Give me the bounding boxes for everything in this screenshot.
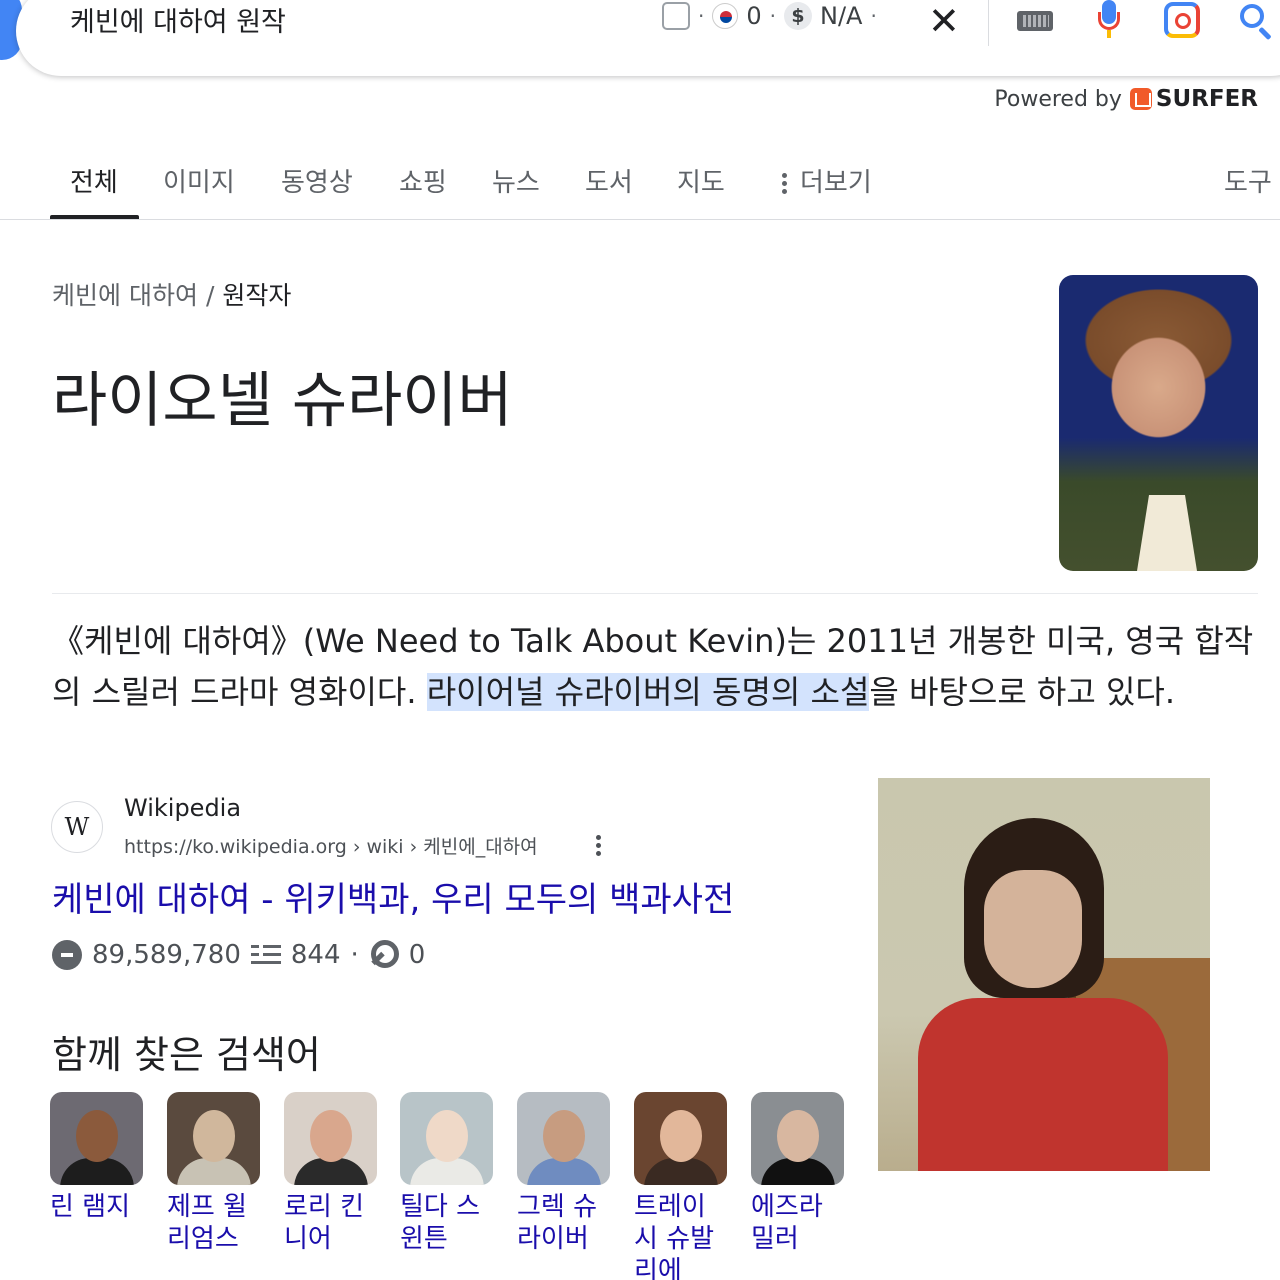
tab-more-label: 더보기 [800,168,872,198]
description-highlight: 라이어널 슈라이버의 동명의 소설 [426,673,870,711]
entity-title: 라이오넬 슈라이버 [52,366,513,436]
related-person[interactable]: 린 램지 [50,1092,145,1223]
person-name: 틸다 스윈튼 [400,1192,481,1254]
search-tabs: 전체 이미지 동영상 쇼핑 뉴스 도서 지도 더보기 도구 [0,140,1280,220]
search-icon[interactable] [1238,2,1274,41]
related-person[interactable]: 에즈라 밀러 [751,1092,846,1255]
seo-stats: 89,589,780 844 · 0 [52,940,425,970]
related-person[interactable]: 그렉 슈라이버 [517,1092,612,1255]
person-name: 트레이시 슈발리에 [634,1192,715,1280]
keywords-count: 0 [408,940,426,970]
tab-all[interactable]: 전체 [70,162,118,199]
wikipedia-favicon-icon[interactable]: W [51,801,103,853]
separator-dot: · [870,4,877,28]
search-divider [988,0,989,46]
breadcrumb: 케빈에 대하여 / 원작자 [52,276,291,312]
more-vert-icon [782,170,788,197]
tab-news[interactable]: 뉴스 [492,162,540,199]
cpc-value: N/A [820,2,863,30]
microphone-icon[interactable] [1098,0,1120,40]
also-searched-title: 함께 찾은 검색어 [52,1033,321,1077]
related-person[interactable]: 트레이시 슈발리에 [634,1092,729,1280]
powered-by-label: Powered by [994,86,1122,112]
search-input[interactable]: 케빈에 대하여 원작 [70,0,286,39]
movie-still-image[interactable] [878,778,1210,1171]
person-name: 그렉 슈라이버 [517,1192,598,1254]
person-thumbnail [167,1092,260,1185]
pages-icon [250,943,281,967]
breadcrumb-parent[interactable]: 케빈에 대하여 [52,281,198,310]
pages-count: 844 [290,940,341,970]
author-photo[interactable] [1059,275,1258,571]
visits-icon [52,940,82,970]
keyboard-icon[interactable] [1017,11,1053,31]
related-person[interactable]: 로리 킨니어 [284,1092,379,1255]
surfer-logo-icon [1129,88,1152,110]
surfer-brand: SURFER [1155,86,1258,112]
person-name: 에즈라 밀러 [751,1192,823,1254]
separator-dot: · [350,940,359,970]
dollar-icon: $ [784,2,812,30]
description-text: 《케빈에 대하여》(We Need to Talk About Kevin)는 … [52,616,1262,718]
separator-dot: · [769,4,776,28]
person-name: 로리 킨니어 [284,1192,365,1254]
surfer-logo[interactable]: SURFER [1129,86,1258,112]
person-name: 제프 윌리엄스 [167,1192,248,1254]
person-thumbnail [50,1092,143,1185]
breadcrumb-separator: / [205,281,215,310]
tab-maps[interactable]: 지도 [677,162,725,199]
person-thumbnail [284,1092,377,1185]
person-thumbnail [517,1092,610,1185]
tab-more[interactable]: 더보기 [782,162,872,199]
person-thumbnail [751,1092,844,1185]
active-tab-indicator [50,215,139,219]
related-person[interactable]: 틸다 스윈튼 [400,1092,495,1255]
source-name[interactable]: Wikipedia [124,794,241,822]
surfer-extension-bar: · 0 · $ N/A · [662,2,877,30]
flag-count: 0 [746,2,762,30]
tab-books[interactable]: 도서 [585,162,633,199]
breadcrumb-current: 원작자 [222,281,292,310]
tab-images[interactable]: 이미지 [163,162,235,199]
korea-flag-icon [712,3,739,29]
google-lens-icon[interactable] [1164,2,1200,38]
tab-tools[interactable]: 도구 [1224,162,1272,199]
related-person[interactable]: 제프 윌리엄스 [167,1092,262,1255]
tab-shopping[interactable]: 쇼핑 [399,162,447,199]
powered-by: Powered by SURFER [994,86,1258,112]
tab-videos[interactable]: 동영상 [281,162,353,199]
source-url[interactable]: https://ko.wikipedia.org › wiki › 케빈에_대하… [124,832,538,859]
person-thumbnail [634,1092,727,1185]
clear-search-icon[interactable]: ✕ [928,2,960,40]
separator-dot: · [698,4,705,28]
select-checkbox[interactable] [662,2,690,30]
description-after: 을 바탕으로 하고 있다. [869,673,1176,711]
section-divider [52,593,1258,594]
result-title-link[interactable]: 케빈에 대하여 - 위키백과, 우리 모두의 백과사전 [52,872,734,921]
search-bar: 케빈에 대하여 원작 · 0 · $ N/A · ✕ [16,0,1280,76]
more-options-icon[interactable] [596,832,602,859]
key-icon [369,940,399,970]
visits-count: 89,589,780 [92,940,241,970]
person-thumbnail [400,1092,493,1185]
person-name: 린 램지 [50,1192,131,1222]
